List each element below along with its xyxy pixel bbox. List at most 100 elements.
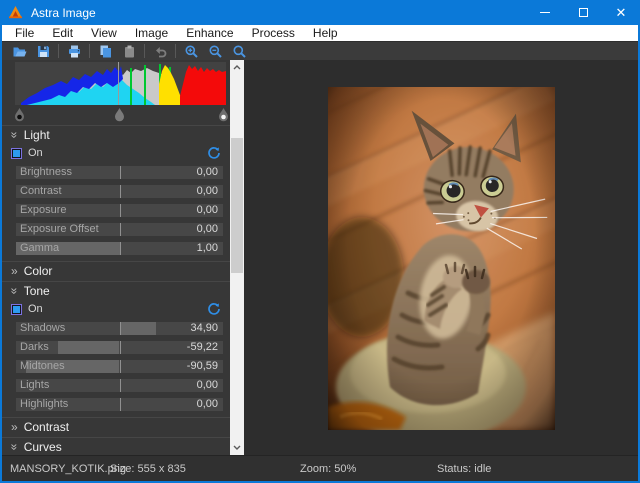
- statusbar: MANSORY_KOTIK.png Size: 555 x 835 Zoom: …: [2, 455, 638, 481]
- checkbox-check: [13, 150, 20, 157]
- menu-file[interactable]: File: [6, 25, 43, 41]
- close-button[interactable]: ✕: [602, 0, 640, 25]
- slider-zero-marker: [120, 166, 121, 179]
- image-canvas[interactable]: [244, 60, 638, 455]
- slider-zero-marker: [120, 379, 121, 392]
- menu-enhance[interactable]: Enhance: [177, 25, 242, 41]
- tone-sliders: Shadows 34,90 Darks -59,22 Midtones -90,…: [2, 319, 230, 411]
- copy-button[interactable]: [93, 43, 117, 60]
- section-label: Tone: [24, 284, 50, 298]
- open-button[interactable]: [7, 43, 31, 60]
- slider-contrast[interactable]: Contrast 0,00: [16, 185, 223, 198]
- print-icon: [67, 44, 82, 59]
- slider-zero-marker: [120, 398, 121, 411]
- scroll-up-button[interactable]: [230, 60, 244, 75]
- slider-exposure-offset[interactable]: Exposure Offset 0,00: [16, 223, 223, 236]
- menu-help[interactable]: Help: [304, 25, 347, 41]
- menubar: File Edit View Image Enhance Process Hel…: [2, 25, 638, 41]
- print-button[interactable]: [62, 43, 86, 60]
- maximize-button[interactable]: [564, 0, 602, 25]
- light-on-row: On: [2, 143, 230, 163]
- slider-brightness[interactable]: Brightness 0,00: [16, 166, 223, 179]
- menu-process[interactable]: Process: [243, 25, 304, 41]
- app-logo-icon: [8, 5, 23, 20]
- slider-label: Exposure: [20, 204, 66, 217]
- chevron-collapsed-icon: »: [11, 421, 18, 433]
- section-label: Contrast: [24, 420, 69, 434]
- undo-icon: [153, 44, 168, 59]
- black-point-handle[interactable]: [14, 107, 25, 122]
- slider-gamma[interactable]: Gamma 1,00: [16, 242, 223, 255]
- slider-fill: [120, 322, 156, 335]
- slider-label: Highlights: [20, 398, 68, 411]
- section-header-light[interactable]: » Light: [2, 125, 230, 143]
- slider-value: 34,90: [190, 322, 218, 335]
- slider-highlights[interactable]: Highlights 0,00: [16, 398, 223, 411]
- titlebar[interactable]: Astra Image ✕: [0, 0, 640, 25]
- section-label: Curves: [24, 440, 62, 454]
- scroll-down-button[interactable]: [230, 440, 244, 455]
- slider-zero-marker: [120, 204, 121, 217]
- slider-value: 0,00: [197, 379, 218, 392]
- adjustments-panel: » Light On Brightness 0,00: [2, 60, 230, 455]
- slider-zero-marker: [120, 185, 121, 198]
- slider-label: Contrast: [20, 185, 62, 198]
- zoom-in-button[interactable]: [179, 43, 203, 60]
- app-window: Astra Image ✕ File Edit View Image Enhan…: [0, 0, 640, 483]
- content-area: » Light On Brightness 0,00: [2, 60, 638, 455]
- slider-label: Brightness: [20, 166, 72, 179]
- toolbar-separator: [58, 44, 59, 58]
- open-folder-icon: [12, 44, 27, 59]
- scrollbar-thumb[interactable]: [231, 138, 243, 273]
- histogram[interactable]: [15, 62, 226, 105]
- slider-zero-marker: [120, 223, 121, 236]
- light-reset-icon[interactable]: [207, 146, 221, 160]
- section-header-color[interactable]: » Color: [2, 261, 230, 279]
- undo-button[interactable]: [148, 43, 172, 60]
- zoom-tool-button[interactable]: [227, 43, 251, 60]
- menu-edit[interactable]: Edit: [43, 25, 82, 41]
- light-on-checkbox[interactable]: [11, 148, 22, 159]
- minimize-button[interactable]: [526, 0, 564, 25]
- tone-on-checkbox[interactable]: [11, 304, 22, 315]
- chevron-expanded-icon: »: [8, 443, 20, 450]
- slider-label: Darks: [20, 341, 49, 354]
- menu-image[interactable]: Image: [126, 25, 177, 41]
- slider-value: 0,00: [197, 223, 218, 236]
- slider-value: -90,59: [187, 360, 218, 373]
- menu-view[interactable]: View: [82, 25, 126, 41]
- slider-exposure[interactable]: Exposure 0,00: [16, 204, 223, 217]
- slider-darks[interactable]: Darks -59,22: [16, 341, 223, 354]
- slider-shadows[interactable]: Shadows 34,90: [16, 322, 223, 335]
- paste-button[interactable]: [117, 43, 141, 60]
- save-button[interactable]: [31, 43, 55, 60]
- chevron-expanded-icon: »: [8, 131, 20, 138]
- slider-fill: [58, 341, 119, 354]
- toolbar-separator: [175, 44, 176, 58]
- toolbar-separator: [89, 44, 90, 58]
- slider-lights[interactable]: Lights 0,00: [16, 379, 223, 392]
- window-title: Astra Image: [31, 6, 96, 20]
- zoom-out-button[interactable]: [203, 43, 227, 60]
- chevron-expanded-icon: »: [8, 287, 20, 294]
- slider-label: Shadows: [20, 322, 65, 335]
- slider-zero-marker: [120, 341, 121, 354]
- slider-zero-marker: [120, 242, 121, 255]
- tone-reset-icon[interactable]: [207, 302, 221, 316]
- section-header-tone[interactable]: » Tone: [2, 281, 230, 299]
- section-header-contrast[interactable]: » Contrast: [2, 417, 230, 435]
- section-header-curves[interactable]: » Curves: [2, 437, 230, 455]
- copy-icon: [98, 44, 113, 59]
- on-label: On: [28, 147, 43, 159]
- slider-value: 0,00: [197, 398, 218, 411]
- panel-scrollbar[interactable]: [230, 60, 244, 455]
- status-size: Size: 555 x 835: [110, 456, 186, 482]
- light-sliders: Brightness 0,00 Contrast 0,00 Exposure 0…: [2, 163, 230, 255]
- white-point-handle[interactable]: [218, 107, 229, 122]
- minimize-icon: [540, 12, 550, 13]
- slider-midtones[interactable]: Midtones -90,59: [16, 360, 223, 373]
- slider-label: Lights: [20, 379, 49, 392]
- slider-value: 1,00: [197, 242, 218, 255]
- midtone-handle[interactable]: [114, 107, 125, 122]
- histogram-plot: [15, 62, 226, 105]
